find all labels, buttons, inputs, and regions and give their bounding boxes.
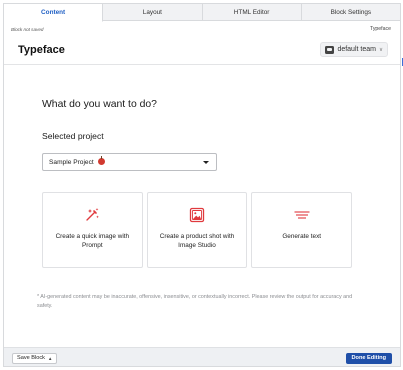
generate-text-card-label: Generate text [282, 233, 322, 240]
team-selector-label: default team [337, 46, 376, 53]
selected-project-label: Selected project [42, 131, 104, 141]
app-title: Typeface [18, 44, 65, 56]
product-shot-card[interactable]: Create a product shot with Image Studio [146, 192, 248, 268]
page-heading: What do you want to do? [42, 99, 157, 110]
magic-wand-icon [86, 208, 100, 221]
action-cards: Create a quick image with Prompt Create … [42, 192, 353, 268]
editor-footer: Save Block ▲ Done Editing [4, 347, 400, 366]
save-block-button[interactable]: Save Block ▲ [12, 353, 58, 364]
team-icon [325, 45, 335, 54]
team-selector[interactable]: default team ∨ [320, 42, 388, 57]
tab-block-settings[interactable]: Block Settings [302, 4, 400, 20]
caret-up-icon: ▲ [47, 356, 53, 361]
editor-tabs: Content Layout HTML Editor Block Setting… [4, 4, 400, 22]
project-name: Sample Project [49, 159, 94, 166]
product-shot-card-label: Create a product shot with Image Studio [159, 233, 235, 249]
quick-image-card[interactable]: Create a quick image with Prompt [42, 192, 143, 268]
block-editor-panel: Content Layout HTML Editor Block Setting… [3, 3, 401, 367]
image-icon [189, 207, 205, 223]
tab-html-editor[interactable]: HTML Editor [203, 4, 302, 20]
text-lines-icon [294, 211, 310, 219]
main-content: What do you want to do? Selected project… [4, 66, 400, 348]
chevron-down-icon: ∨ [378, 46, 383, 53]
ai-disclaimer: * AI-generated content may be inaccurate… [37, 294, 353, 309]
save-block-label: Save Block [17, 355, 45, 361]
project-select-value: Sample Project [49, 156, 105, 166]
project-select[interactable]: Sample Project [42, 153, 217, 171]
tab-layout[interactable]: Layout [103, 4, 203, 20]
tab-content[interactable]: Content [4, 4, 104, 22]
page: Content Layout HTML Editor Block Setting… [0, 0, 403, 370]
block-status-text: Block not saved [11, 27, 44, 32]
app-header: Typeface default team ∨ [4, 37, 400, 65]
apple-icon [97, 156, 105, 165]
status-row: Block not saved Typeface [4, 25, 400, 35]
block-type-label: Typeface [369, 26, 391, 32]
quick-image-card-label: Create a quick image with Prompt [55, 233, 130, 249]
dropdown-caret-icon [203, 161, 209, 164]
done-editing-button[interactable]: Done Editing [345, 353, 392, 364]
generate-text-card[interactable]: Generate text [251, 192, 353, 268]
